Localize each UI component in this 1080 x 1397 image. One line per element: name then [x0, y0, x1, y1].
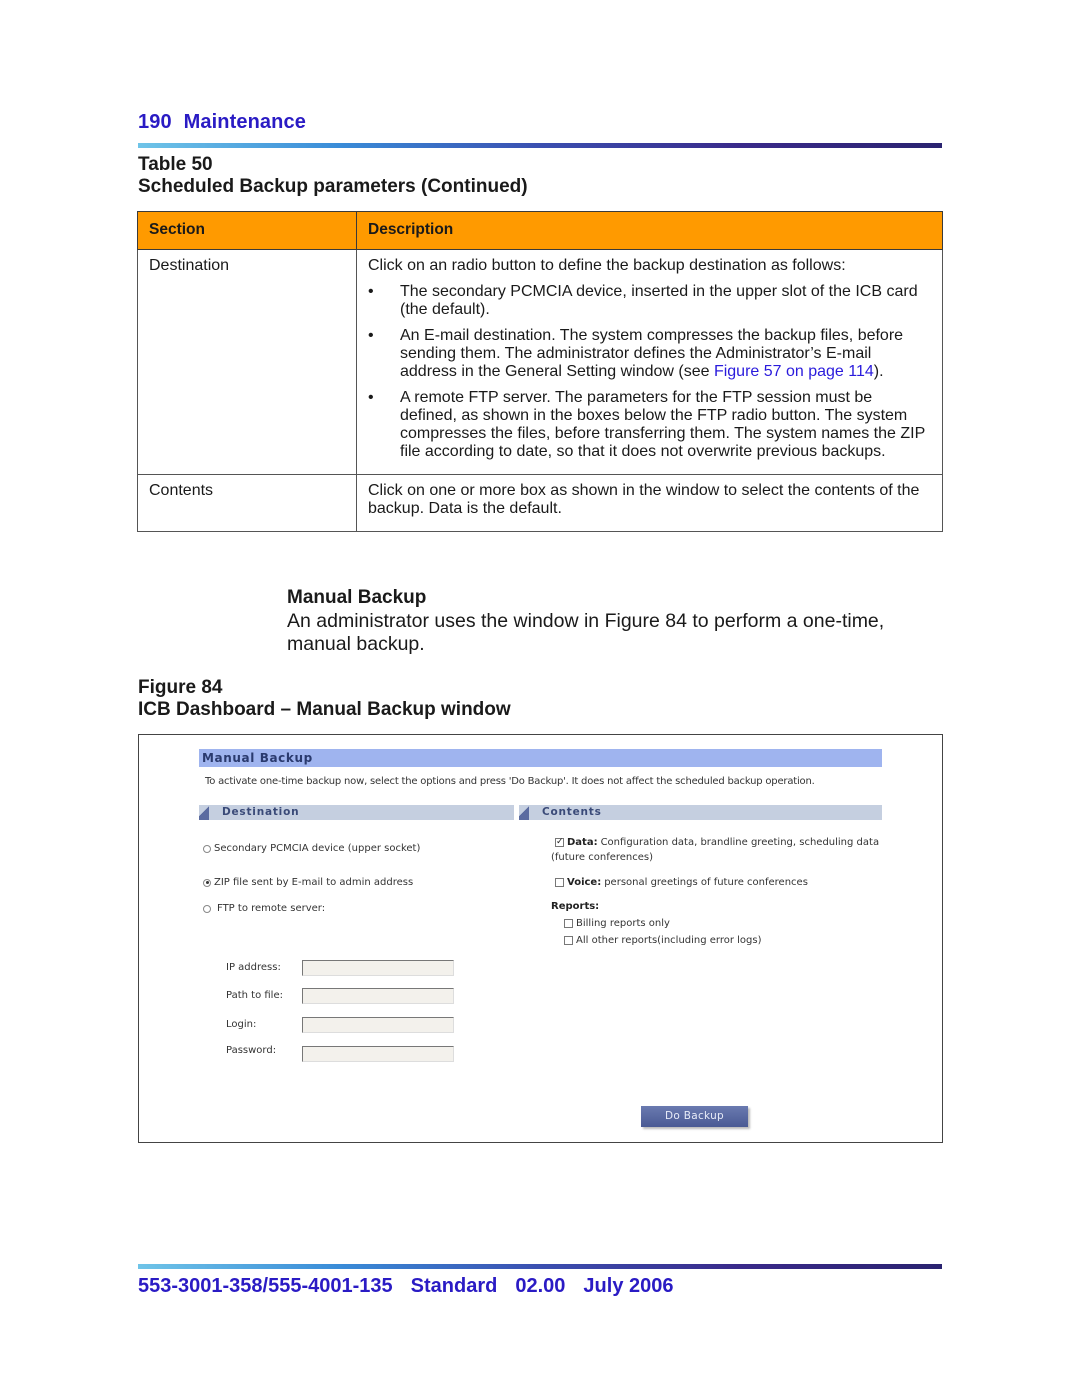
- bullet-text: A remote FTP server. The parameters for …: [400, 389, 925, 460]
- table-header-row: Section Description: [137, 211, 943, 250]
- login-input[interactable]: [302, 1017, 454, 1033]
- page-header: 190 Maintenance: [138, 111, 306, 134]
- password-label: Password:: [226, 1045, 277, 1056]
- description-cell: Click on an radio button to define the b…: [356, 249, 943, 475]
- description-intro: Click on one or more box as shown in the…: [368, 482, 920, 517]
- footer-rule: [138, 1264, 942, 1269]
- radio-label: FTP to remote server:: [217, 903, 326, 914]
- checkbox-checked-icon[interactable]: ✓: [555, 838, 564, 847]
- section-flag-icon: [199, 805, 209, 820]
- table-label: Table 50: [138, 154, 213, 175]
- reports-label: Reports:: [551, 901, 599, 912]
- bullet-item: • An E-mail destination. The system compr…: [368, 327, 931, 381]
- radio-button[interactable]: [203, 904, 211, 913]
- table-row: Destination Click on an radio button to …: [137, 249, 943, 475]
- destination-heading: Destination: [222, 806, 300, 818]
- table-caption: Table 50 Scheduled Backup parameters (Co…: [138, 154, 528, 198]
- bullet-item: • A remote FTP server. The parameters for…: [368, 389, 931, 461]
- radio-label: ZIP file sent by E-mail to admin address: [214, 877, 414, 888]
- section-cell: Destination: [137, 249, 357, 475]
- radio-option-pcmcia[interactable]: Secondary PCMCIA device (upper socket): [203, 843, 420, 854]
- figure-57-link[interactable]: Figure 57 on page 114: [714, 363, 874, 380]
- radio-button-selected[interactable]: [203, 878, 211, 887]
- voice-label: Voice:: [567, 877, 602, 888]
- bullet-list: • The secondary PCMCIA device, inserted i…: [368, 283, 931, 461]
- bullet-icon: •: [368, 327, 374, 344]
- ip-address-label: IP address:: [226, 962, 281, 973]
- radio-label: Secondary PCMCIA device (upper socket): [214, 843, 421, 854]
- figure-title: ICB Dashboard – Manual Backup window: [138, 699, 511, 720]
- checkbox-icon[interactable]: [555, 878, 564, 887]
- page-footer: 553-3001-358/555-4001-135 Standard 02.00 Ju…: [138, 1275, 692, 1298]
- table-title: Scheduled Backup parameters (Continued): [138, 176, 528, 197]
- window-description: To activate one-time backup now, select …: [205, 776, 815, 787]
- radio-option-email[interactable]: ZIP file sent by E-mail to admin address: [203, 877, 413, 888]
- contents-section-header: Contents: [519, 805, 882, 820]
- manual-backup-body: An administrator uses the window in Figu…: [287, 610, 885, 655]
- section-cell: Contents: [137, 474, 357, 532]
- doc-status: Standard: [410, 1275, 498, 1297]
- description-intro: Click on an radio button to define the b…: [368, 257, 846, 274]
- section-flag-icon: [519, 805, 529, 820]
- doc-version: 02.00: [515, 1275, 566, 1297]
- bullet-icon: •: [368, 389, 374, 406]
- all-other-reports-label: All other reports(including error logs): [576, 935, 762, 946]
- reports-heading: Reports:: [551, 901, 600, 912]
- checkbox-icon[interactable]: [564, 919, 573, 928]
- header-rule: [138, 143, 942, 148]
- figure-caption: Figure 84 ICB Dashboard – Manual Backup …: [138, 677, 511, 721]
- doc-date: July 2006: [583, 1275, 674, 1297]
- table-row: Contents Click on one or more box as sho…: [137, 474, 943, 532]
- do-backup-button[interactable]: Do Backup: [641, 1106, 748, 1127]
- ip-address-input[interactable]: [302, 960, 454, 976]
- bullet-text: The secondary PCMCIA device, inserted in…: [400, 283, 918, 318]
- column-header-description: Description: [356, 211, 943, 250]
- checkbox-all-other-reports[interactable]: All other reports(including error logs): [564, 935, 762, 946]
- page-number: 190: [138, 111, 172, 133]
- path-to-file-input[interactable]: [302, 988, 454, 1004]
- bullet-text-end: ).: [873, 363, 884, 380]
- bullet-item: • The secondary PCMCIA device, inserted i…: [368, 283, 931, 319]
- description-cell: Click on one or more box as shown in the…: [356, 474, 943, 532]
- doc-number: 553-3001-358/555-4001-135: [138, 1275, 393, 1297]
- password-input[interactable]: [302, 1046, 454, 1062]
- checkbox-data[interactable]: ✓ Data: Configuration data, brandline gr…: [555, 837, 879, 848]
- window-title: Manual Backup: [199, 749, 882, 767]
- manual-backup-heading: Manual Backup: [287, 587, 427, 608]
- checkbox-icon[interactable]: [564, 936, 573, 945]
- login-label: Login:: [226, 1019, 257, 1030]
- checkbox-voice[interactable]: Voice: personal greetings of future conf…: [555, 877, 808, 888]
- chapter-title: Maintenance: [183, 111, 306, 133]
- figure-label: Figure 84: [138, 677, 223, 698]
- destination-section-header: Destination: [199, 805, 514, 820]
- bullet-icon: •: [368, 283, 374, 300]
- data-description-line2: (future conferences): [551, 852, 654, 863]
- data-description: Configuration data, brandline greeting, …: [600, 837, 880, 848]
- path-to-file-label: Path to file:: [226, 990, 283, 1001]
- manual-backup-window: Manual Backup To activate one-time backu…: [138, 734, 943, 1143]
- contents-heading: Contents: [542, 806, 602, 818]
- radio-option-ftp[interactable]: FTP to remote server:: [203, 903, 325, 914]
- data-label: Data:: [567, 837, 598, 848]
- checkbox-billing-reports[interactable]: Billing reports only: [564, 918, 670, 929]
- column-header-section: Section: [137, 211, 357, 250]
- billing-reports-label: Billing reports only: [576, 918, 670, 929]
- radio-button[interactable]: [203, 844, 211, 853]
- parameters-table: Section Description Destination Click on…: [137, 211, 943, 532]
- voice-description: personal greetings of future conferences: [604, 877, 808, 888]
